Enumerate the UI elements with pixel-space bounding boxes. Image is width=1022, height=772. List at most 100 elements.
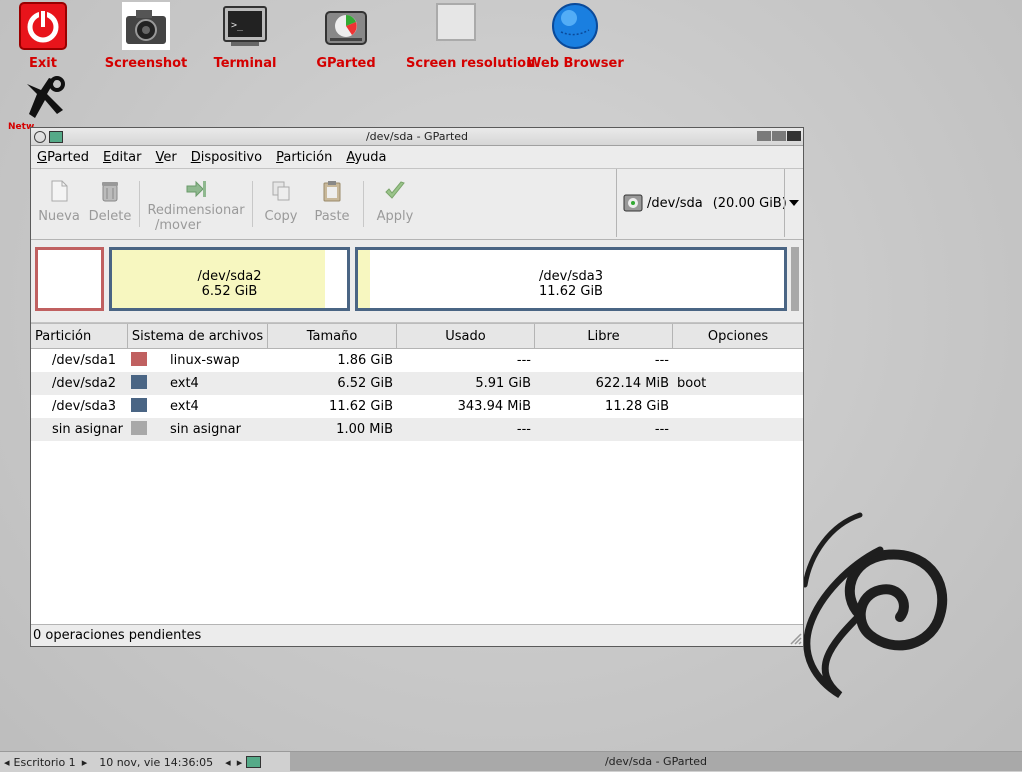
new-button[interactable]: Nueva	[33, 169, 85, 239]
menu-ayuda[interactable]: Ayuda	[346, 150, 386, 165]
table-row[interactable]: /dev/sda1 linux-swap 1.86 GiB --- ---	[31, 349, 803, 372]
copy-button[interactable]: Copy	[257, 169, 305, 239]
cell-fs: ext4	[170, 376, 199, 391]
menu-label: artición	[283, 149, 333, 165]
cell-used: ---	[516, 422, 531, 437]
desktop-icon-label: Terminal	[213, 56, 277, 71]
col-header-opciones[interactable]: Opciones	[673, 324, 803, 348]
table-header: Partición Sistema de archivos Tamaño Usa…	[31, 324, 803, 349]
desktop-icon-label: Web Browser	[527, 56, 624, 71]
desktop-icon-network[interactable]: Netw	[0, 74, 91, 132]
menu-dispositivo[interactable]: Dispositivo	[191, 150, 262, 165]
disk-map-sda3[interactable]: /dev/sda3 11.62 GiB	[355, 247, 787, 311]
workspace-name[interactable]: Escritorio 1	[14, 756, 76, 769]
cell-fs-color	[128, 374, 170, 393]
menu-gparted[interactable]: GParted	[37, 150, 89, 165]
statusbar: 0 operaciones pendientes	[31, 624, 803, 646]
fs-color-swatch	[131, 351, 147, 366]
dropdown-arrow[interactable]	[784, 169, 803, 237]
titlebar[interactable]: /dev/sda - GParted	[31, 128, 803, 146]
desktop-icon-terminal[interactable]: >_ Terminal	[197, 2, 293, 71]
disk-map-sda1[interactable]	[35, 247, 104, 311]
task-title: /dev/sda - GParted	[604, 755, 708, 768]
copy-label: Copy	[264, 209, 298, 224]
col-header-particion[interactable]: Partición	[31, 324, 128, 348]
triangle-down-icon	[789, 200, 799, 206]
disk-map-sda2[interactable]: /dev/sda2 6.52 GiB	[109, 247, 350, 311]
debian-swirl-logo	[802, 512, 948, 699]
menu-particion[interactable]: Partición	[276, 150, 332, 165]
minimize-button[interactable]	[757, 131, 771, 141]
cell-partition: /dev/sda3	[52, 399, 116, 414]
col-header-libre[interactable]: Libre	[535, 324, 673, 348]
desktop-icon-label: GParted	[316, 56, 376, 71]
desktop-icon-label: Screen resolution	[406, 56, 536, 71]
toolbar: Nueva Delete Redimensionar /mover Copy P…	[31, 169, 803, 240]
toolbar-separator	[252, 181, 253, 227]
apply-button[interactable]: Apply	[368, 169, 422, 239]
svg-text:>_: >_	[231, 20, 244, 31]
new-document-icon	[51, 180, 68, 202]
cell-free: 622.14 MiB	[595, 376, 669, 391]
table-row[interactable]: /dev/sda3 ext4 11.62 GiB 343.94 MiB 11.2…	[31, 395, 803, 418]
resize-move-button[interactable]: Redimensionar /mover	[144, 169, 248, 239]
desktop-icon-screenshot[interactable]: Screenshot	[98, 2, 194, 71]
monitor-icon	[432, 2, 480, 50]
table-row[interactable]: /dev/sda2 ext4 6.52 GiB 5.91 GiB 622.14 …	[31, 372, 803, 395]
col-header-tamano[interactable]: Tamaño	[268, 324, 397, 348]
menu-label: ditar	[111, 149, 142, 165]
col-header-usado[interactable]: Usado	[397, 324, 535, 348]
copy-icon	[272, 181, 290, 201]
pending-operations: 0 operaciones pendientes	[33, 628, 202, 643]
resize-label-line2: /mover	[155, 218, 202, 233]
workspace-next-arrow[interactable]: ▸	[82, 756, 88, 769]
resize-label-line1: Redimensionar	[147, 203, 245, 218]
resize-grip-icon[interactable]	[788, 631, 802, 645]
partition-table: Partición Sistema de archivos Tamaño Usa…	[31, 323, 803, 624]
device-name: /dev/sda	[647, 195, 703, 211]
cell-fs-color	[128, 420, 170, 439]
toolbar-separator	[139, 181, 140, 227]
cell-fs: ext4	[170, 399, 199, 414]
desktop-icon-screen-resolution[interactable]: Screen resolution	[406, 2, 536, 71]
clock: 10 nov, vie 14:36:05	[99, 755, 214, 769]
cell-partition: sin asignar	[52, 422, 123, 437]
workspace-prev-arrow[interactable]: ◂	[4, 756, 10, 769]
disk-map-unallocated[interactable]	[791, 247, 799, 311]
paste-icon	[323, 181, 341, 202]
menu-editar[interactable]: Editar	[103, 150, 142, 165]
partition-size: 6.52 GiB	[201, 284, 258, 299]
toolbar-separator	[363, 181, 364, 227]
cell-used: 343.94 MiB	[457, 399, 531, 414]
apply-label: Apply	[376, 209, 414, 224]
menu-ver[interactable]: Ver	[156, 150, 177, 165]
gparted-window: /dev/sda - GParted GParted Editar Ver Di…	[30, 127, 804, 647]
partition-size: 11.62 GiB	[539, 284, 603, 299]
menubar: GParted Editar Ver Dispositivo Partición…	[31, 146, 803, 169]
task-prev-arrow[interactable]: ◂	[225, 756, 231, 769]
maximize-button[interactable]	[772, 131, 786, 141]
device-selector[interactable]: /dev/sda (20.00 GiB)	[616, 169, 803, 237]
task-next-arrow[interactable]: ▸	[237, 756, 243, 769]
menu-mnemonic: D	[190, 149, 201, 165]
camera-icon	[122, 2, 170, 50]
fs-color-swatch	[131, 397, 147, 412]
harddisk-icon	[623, 194, 643, 212]
menu-label: er	[163, 149, 177, 165]
cell-free: ---	[654, 353, 669, 368]
close-button[interactable]	[787, 131, 801, 141]
terminal-icon: >_	[221, 2, 269, 50]
desktop-icon-gparted[interactable]: GParted	[298, 2, 394, 71]
cell-used: 5.91 GiB	[475, 376, 531, 391]
table-row[interactable]: sin asignar sin asignar 1.00 MiB --- ---	[31, 418, 803, 441]
col-header-sistema[interactable]: Sistema de archivos	[128, 324, 268, 348]
taskbar-task-gparted[interactable]: /dev/sda - GParted	[290, 752, 1022, 771]
partition-name: /dev/sda3	[539, 269, 603, 284]
device-size: (20.00 GiB)	[712, 195, 787, 211]
desktop-icon-web-browser[interactable]: Web Browser	[527, 2, 624, 71]
delete-button[interactable]: Delete	[85, 169, 135, 239]
task-app-icon	[246, 756, 262, 768]
desktop-icon-exit[interactable]: Exit	[0, 2, 91, 71]
paste-button[interactable]: Paste	[305, 169, 359, 239]
desktop-icon-label: Exit	[29, 56, 57, 71]
